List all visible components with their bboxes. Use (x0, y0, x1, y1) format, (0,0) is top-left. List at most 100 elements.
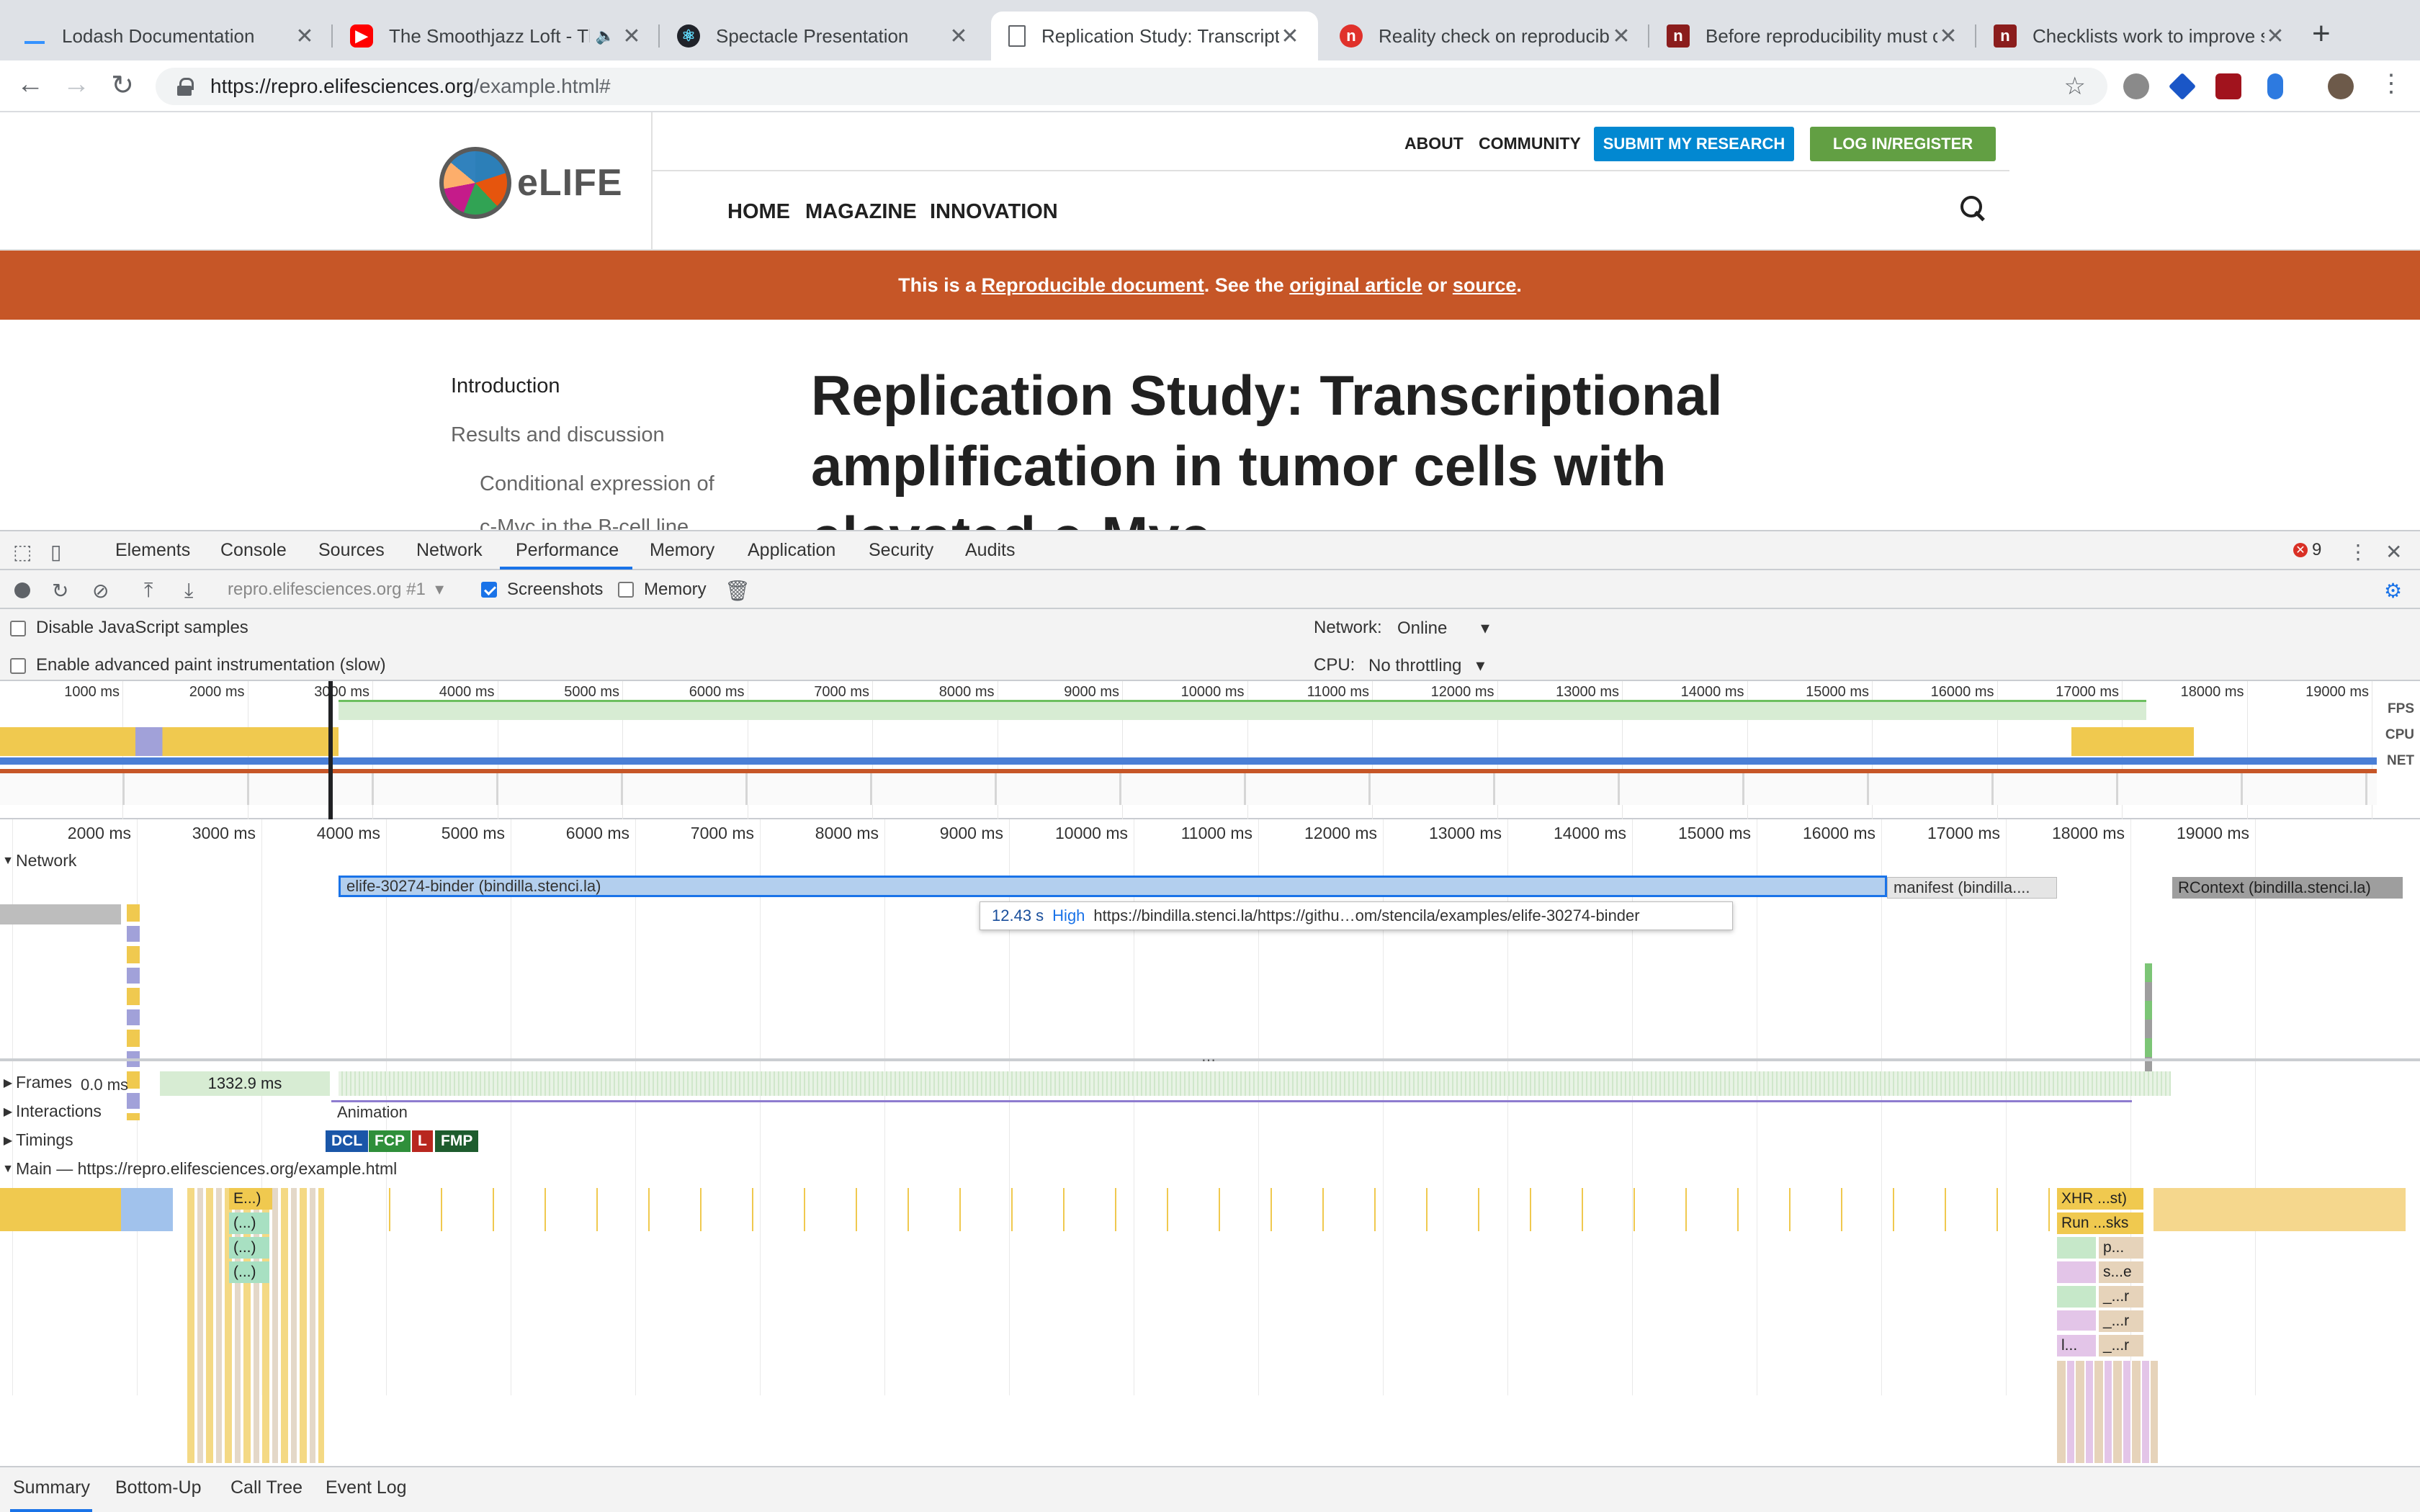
browser-tab-smoothjazz[interactable]: ▶ The Smoothjazz Loft - Th 🔈 ✕ (333, 12, 660, 60)
advanced-paint-checkbox[interactable] (10, 658, 26, 674)
flame-entry-run-tasks[interactable]: Run ...sks (2057, 1212, 2143, 1234)
reload-profile-icon[interactable]: ↻ (52, 579, 68, 603)
toc-introduction[interactable]: Introduction (451, 374, 560, 398)
reload-icon[interactable]: ↻ (105, 69, 140, 102)
tab-call-tree[interactable]: Call Tree (230, 1477, 302, 1498)
splitter-handle-icon[interactable]: ⋯ (1201, 1051, 1216, 1069)
tab-summary[interactable]: Summary (13, 1477, 90, 1498)
flame-stack[interactable] (2057, 1237, 2096, 1331)
submit-research-button[interactable]: SUBMIT MY RESEARCH (1594, 127, 1794, 161)
devtools-tab-audits[interactable]: Audits (965, 540, 1015, 561)
nav-community[interactable]: COMMUNITY (1479, 134, 1581, 153)
flame-entry[interactable]: (...) (229, 1261, 269, 1283)
extension-microphone-icon[interactable] (2267, 73, 2283, 99)
save-profile-icon[interactable]: ⤓ (184, 579, 193, 603)
close-tab-icon[interactable]: ✕ (294, 24, 315, 49)
flame-entry[interactable]: s...e (2099, 1261, 2143, 1283)
audio-playing-icon[interactable]: 🔈 (596, 27, 615, 45)
cpu-throttle-select[interactable]: No throttling ▾ (1368, 655, 1484, 676)
main-thread-track-header[interactable]: ▼ Main — https://repro.elifesciences.org/… (0, 1159, 397, 1179)
flame-entry[interactable]: _...r (2099, 1286, 2143, 1308)
network-request[interactable] (0, 904, 121, 924)
profile-select[interactable]: repro.elifesciences.org #1 ▾ (228, 579, 444, 600)
close-tab-icon[interactable]: ✕ (1610, 24, 1632, 49)
address-bar[interactable]: https://repro.elifesciences.org /example… (156, 68, 2107, 105)
browser-tab-checklists[interactable]: n Checklists work to improve s ✕ (1976, 12, 2303, 60)
devtools-close-icon[interactable]: ✕ (2385, 540, 2402, 564)
browser-tab-before-reproducibility[interactable]: n Before reproducibility must c ✕ (1649, 12, 1976, 60)
devtools-tab-performance[interactable]: Performance (516, 540, 619, 561)
network-request-rcontext[interactable]: RContext (bindilla.stenci.la) (2172, 877, 2403, 899)
error-count-badge[interactable]: ✕ 9 (2293, 540, 2321, 560)
timing-marker-fcp[interactable]: FCP (369, 1130, 411, 1152)
new-tab-button[interactable]: + (2312, 16, 2331, 52)
browser-tab-spectacle[interactable]: ⚛ Spectacle Presentation ✕ (660, 12, 987, 60)
reproducible-document-link[interactable]: Reproducible document (982, 274, 1204, 297)
disable-js-samples-checkbox[interactable] (10, 621, 26, 636)
forward-arrow-icon[interactable]: → (59, 69, 94, 100)
record-icon[interactable] (14, 582, 30, 598)
garbage-collect-icon[interactable]: 🗑 (725, 579, 750, 603)
timings-track-header[interactable]: ▶ Timings (0, 1130, 73, 1150)
frames-track-header[interactable]: ▶ Frames (0, 1073, 72, 1092)
timing-marker-fmp[interactable]: FMP (435, 1130, 479, 1152)
nav-innovation[interactable]: INNOVATION (930, 200, 1058, 224)
main-thread-flamechart[interactable]: E...) (...) (...) (...) XHR ...st) Run .… (0, 1188, 2420, 1463)
toc-results[interactable]: Results and discussion (451, 423, 665, 447)
screenshots-checkbox[interactable] (481, 582, 497, 598)
toc-conditional-expression[interactable]: Conditional expression of (480, 472, 714, 496)
nav-home[interactable]: HOME (727, 200, 790, 224)
browser-tab-replication-study[interactable]: Replication Study: Transcripti ✕ (991, 12, 1318, 60)
network-track-header[interactable]: ▼ Network (0, 851, 76, 870)
source-link[interactable]: source (1453, 274, 1517, 297)
flame-stack[interactable] (2057, 1361, 2158, 1463)
devtools-tab-memory[interactable]: Memory (650, 540, 714, 561)
tab-event-log[interactable]: Event Log (326, 1477, 407, 1498)
network-request-selected[interactable]: elife-30274-binder (bindilla.stenci.la) (339, 876, 1887, 897)
flame-entry[interactable]: E...) (229, 1188, 272, 1210)
close-tab-icon[interactable]: ✕ (2264, 24, 2286, 49)
flame-entry-xhr[interactable]: XHR ...st) (2057, 1188, 2143, 1210)
animation-interaction[interactable] (331, 1100, 2132, 1102)
timeline-overview[interactable]: 1000 ms 2000 ms 3000 ms 4000 ms 5000 ms 6000 … (0, 681, 2420, 819)
frame-blocks[interactable] (339, 1071, 2171, 1096)
devtools-tab-network[interactable]: Network (416, 540, 483, 561)
flame-entry[interactable]: l... (2057, 1335, 2096, 1356)
flame-entry[interactable]: (...) (229, 1237, 269, 1259)
extension-graduation-icon[interactable] (2168, 72, 2197, 101)
overview-window-marker[interactable] (328, 681, 333, 819)
tab-bottom-up[interactable]: Bottom-Up (115, 1477, 201, 1498)
memory-checkbox[interactable] (618, 582, 634, 598)
devtools-tab-application[interactable]: Application (748, 540, 835, 561)
toc-cmyc[interactable]: c-Myc in the B-cell line (480, 516, 689, 530)
devtools-menu-icon[interactable]: ⋮ (2348, 540, 2368, 564)
devtools-tab-console[interactable]: Console (220, 540, 287, 561)
flame-entry[interactable]: p... (2099, 1237, 2143, 1259)
capture-settings-gear-icon[interactable]: ⚙ (2384, 579, 2402, 603)
nav-about[interactable]: ABOUT (1404, 134, 1464, 153)
close-tab-icon[interactable]: ✕ (948, 24, 969, 49)
network-request-manifest[interactable]: manifest (bindilla.... (1887, 877, 2057, 899)
load-profile-icon[interactable]: ⤒ (144, 579, 153, 603)
timing-marker-dcl[interactable]: DCL (326, 1130, 369, 1152)
extension-compass-icon[interactable] (2123, 73, 2149, 99)
flame-entry[interactable]: _...r (2099, 1335, 2143, 1356)
extension-ublock-icon[interactable] (2215, 73, 2241, 99)
close-tab-icon[interactable]: ✕ (1937, 24, 1959, 49)
browser-menu-icon[interactable]: ⋮ (2374, 69, 2408, 98)
close-tab-icon[interactable]: ✕ (621, 24, 642, 49)
interactions-track-header[interactable]: ▶ Interactions (0, 1102, 102, 1121)
flame-entry[interactable]: _...r (2099, 1310, 2143, 1332)
clear-icon[interactable]: ⊘ (92, 579, 109, 603)
browser-tab-reality-check[interactable]: n Reality check on reproducibl ✕ (1322, 12, 1649, 60)
devtools-tab-elements[interactable]: Elements (115, 540, 190, 561)
search-icon[interactable] (1959, 194, 1988, 223)
original-article-link[interactable]: original article (1289, 274, 1422, 297)
profile-avatar[interactable] (2328, 73, 2354, 99)
inspect-element-icon[interactable]: ⬚ (13, 540, 32, 564)
device-toolbar-icon[interactable]: ▯ (50, 540, 61, 564)
flame-task[interactable] (0, 1188, 173, 1231)
devtools-tab-sources[interactable]: Sources (318, 540, 385, 561)
devtools-tab-security[interactable]: Security (869, 540, 933, 561)
bookmark-star-icon[interactable]: ☆ (2064, 72, 2086, 101)
